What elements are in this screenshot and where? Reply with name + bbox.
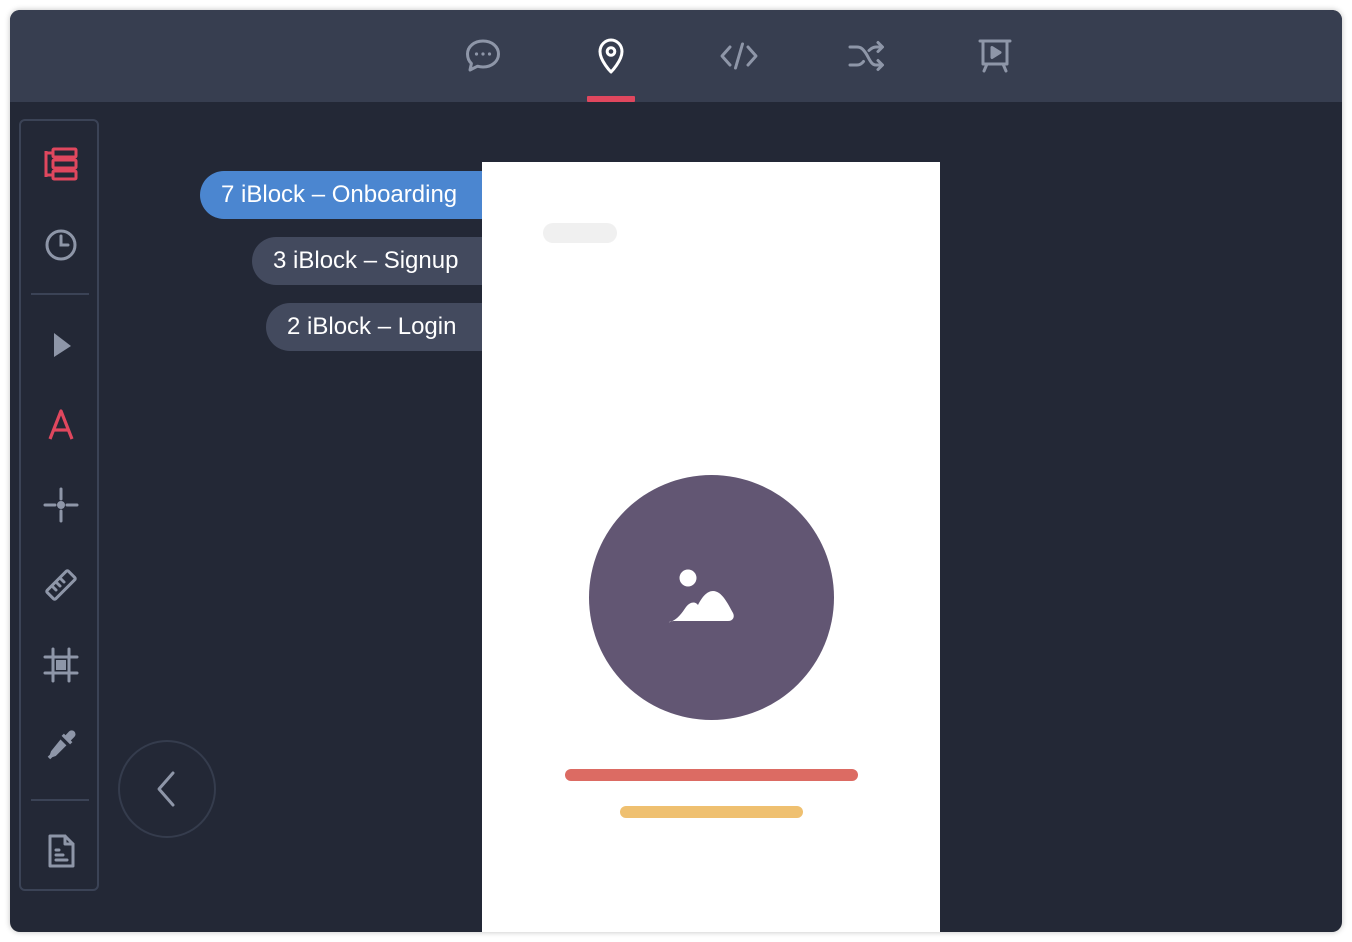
document-icon [48,834,75,868]
tab-comments[interactable] [451,10,515,102]
clock-history-icon [45,229,77,261]
presentation-icon [978,39,1012,73]
screen-item-signup[interactable]: 3 iBlock – Signup [252,237,482,285]
cursor-arrow-icon [54,333,71,357]
screen-item-onboarding[interactable]: 7 iBlock – Onboarding [200,171,482,219]
shuffle-icon [848,41,884,71]
chevron-left-icon [157,771,175,807]
tool-artboard[interactable] [21,633,101,697]
tool-specs[interactable] [21,819,101,883]
left-toolbar [19,119,99,891]
top-navigation-bar [10,10,1342,102]
toolbar-divider [31,293,89,295]
tab-code[interactable] [707,10,771,102]
text-a-icon [48,409,74,440]
tab-present[interactable] [963,10,1027,102]
map-pin-icon [598,38,624,74]
placeholder-title-bar [565,769,858,781]
tool-color-picker[interactable] [21,713,101,777]
eyedropper-icon [47,730,76,760]
screen-item-login[interactable]: 2 iBlock – Login [266,303,482,351]
tab-inspect[interactable] [579,10,643,102]
placeholder-subtitle-bar [620,806,803,818]
tool-layers[interactable] [21,133,101,197]
tool-select[interactable] [21,313,101,377]
image-placeholder-circle [589,475,834,720]
chat-bubble-icon [466,39,500,72]
ruler-icon [45,569,77,601]
back-button[interactable] [118,740,216,838]
artboard-canvas[interactable] [482,162,940,932]
tool-history[interactable] [21,213,101,277]
image-icon [668,569,734,622]
tool-measure-point[interactable] [21,473,101,537]
app-window: 7 iBlock – Onboarding 3 iBlock – Signup … [10,10,1342,932]
crosshair-icon [43,487,79,523]
artboard-frame-icon [43,647,79,683]
tool-ruler[interactable] [21,553,101,617]
tab-flows[interactable] [835,10,899,102]
toolbar-divider [31,799,89,801]
layers-tree-icon [44,147,78,181]
tool-text[interactable] [21,393,101,457]
placeholder-text-pill [543,223,617,243]
active-tab-indicator [587,96,635,102]
code-icon [720,42,758,70]
